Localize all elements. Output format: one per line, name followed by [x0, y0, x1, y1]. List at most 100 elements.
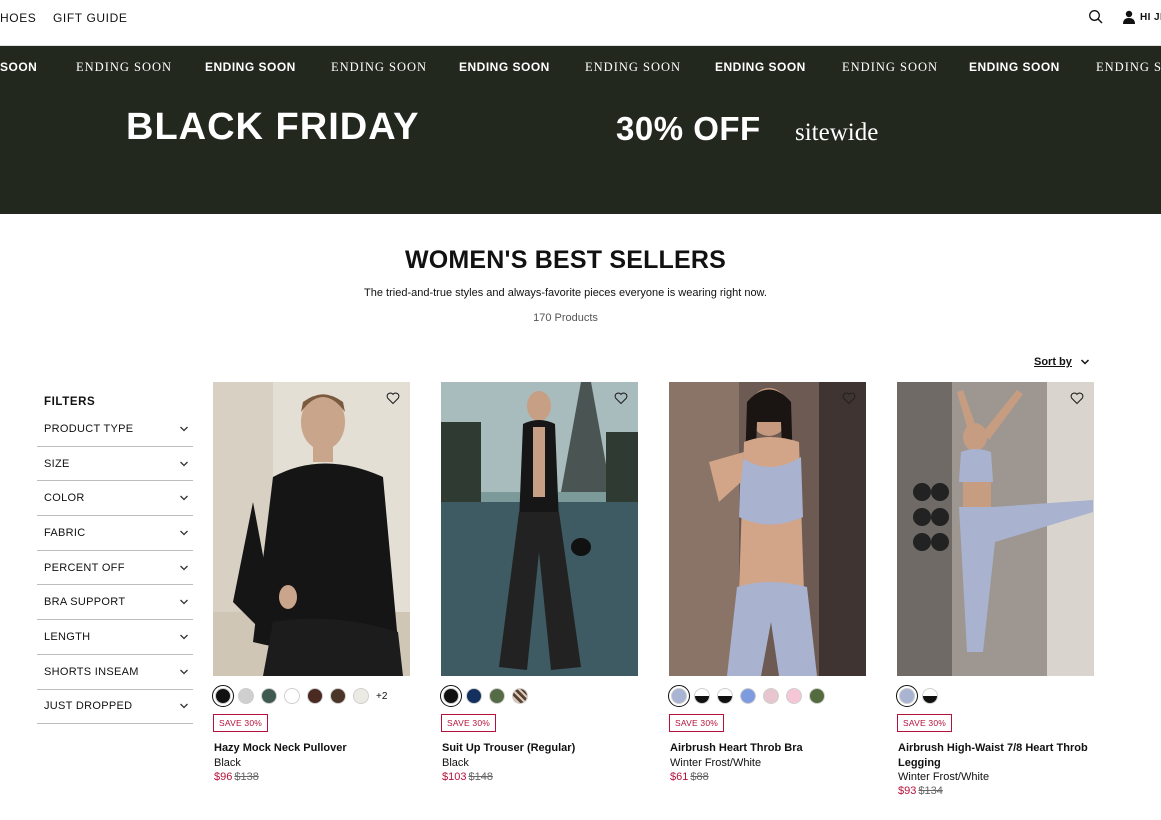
original-price: $134 — [918, 785, 943, 797]
filter-label: PRODUCT TYPE — [44, 422, 134, 435]
sale-price: $103 — [442, 771, 467, 783]
swatch-pinstripe[interactable] — [512, 688, 528, 704]
sort-by-dropdown[interactable]: Sort by — [1034, 356, 1090, 368]
product-card: SAVE 30% Airbrush High-Waist 7/8 Heart T… — [896, 382, 1094, 797]
product-name[interactable]: Airbrush Heart Throb Bra — [670, 741, 866, 756]
filter-product-type[interactable]: PRODUCT TYPE — [37, 412, 193, 447]
chevron-down-icon — [180, 530, 188, 536]
ticker-item: ENDING SOON — [842, 60, 939, 74]
chevron-down-icon — [180, 565, 188, 571]
swatch-white-black[interactable] — [694, 688, 710, 704]
product-name[interactable]: Airbrush High-Waist 7/8 Heart Throb Legg… — [898, 741, 1094, 771]
ticker-item: ENDING SOON — [585, 60, 682, 74]
swatch-olive[interactable] — [809, 688, 825, 704]
sale-badge: SAVE 30% — [441, 714, 497, 732]
filter-label: JUST DROPPED — [44, 700, 133, 713]
swatch-cream[interactable] — [353, 688, 369, 704]
ticker-item: ENDING SOON — [331, 60, 428, 74]
filter-length[interactable]: LENGTH — [37, 620, 193, 655]
swatch-navy[interactable] — [466, 688, 482, 704]
nav-link-shoes[interactable]: HOES — [0, 11, 36, 25]
filter-color[interactable]: COLOR — [37, 481, 193, 517]
swatch-winter-frost[interactable] — [896, 685, 918, 707]
more-colors-link[interactable]: +2 — [376, 691, 387, 702]
account-menu[interactable]: HI JE — [1122, 9, 1161, 25]
filter-label: FABRIC — [44, 526, 86, 539]
filter-percent-off[interactable]: PERCENT OFF — [37, 551, 193, 586]
filter-label: SHORTS INSEAM — [44, 665, 139, 678]
color-swatches — [668, 685, 825, 707]
heart-icon[interactable] — [842, 391, 856, 405]
product-color: Black — [442, 757, 469, 769]
product-price: $93 $134 — [898, 784, 943, 798]
swatch-espresso[interactable] — [330, 688, 346, 704]
nav-link-gift-guide[interactable]: GIFT GUIDE — [53, 11, 127, 25]
product-image[interactable] — [897, 382, 1094, 676]
swatch-black[interactable] — [440, 685, 462, 707]
chevron-down-icon — [180, 461, 188, 466]
product-price: $103 $148 — [442, 770, 493, 784]
product-image[interactable] — [669, 382, 866, 676]
black-friday-banner[interactable]: SOON ENDING SOON ENDING SOON ENDING SOON… — [0, 46, 1161, 214]
ending-soon-ticker: SOON ENDING SOON ENDING SOON ENDING SOON… — [0, 60, 1161, 76]
filters-title: FILTERS — [44, 396, 96, 408]
ticker-item: ENDING SOON — [205, 60, 296, 74]
color-swatches: +2 — [212, 685, 387, 707]
heart-icon[interactable] — [1070, 391, 1084, 405]
heart-icon[interactable] — [614, 391, 628, 405]
swatch-blush[interactable] — [763, 688, 779, 704]
swatch-white[interactable] — [284, 688, 300, 704]
swatch-gray[interactable] — [238, 688, 254, 704]
product-name[interactable]: Hazy Mock Neck Pullover — [214, 741, 410, 756]
swatch-blue[interactable] — [740, 688, 756, 704]
product-price: $96 $138 — [214, 770, 259, 784]
swatch-winter-frost[interactable] — [668, 685, 690, 707]
swatch-green[interactable] — [261, 688, 277, 704]
product-image[interactable] — [213, 382, 410, 676]
sale-badge: SAVE 30% — [213, 714, 269, 732]
search-icon[interactable] — [1088, 9, 1104, 25]
swatch-white-black[interactable] — [717, 688, 733, 704]
filter-just-dropped[interactable]: JUST DROPPED — [37, 690, 193, 725]
swatch-brown[interactable] — [307, 688, 323, 704]
swatch-white-black[interactable] — [922, 688, 938, 704]
original-price: $148 — [468, 771, 493, 783]
product-color: Winter Frost/White — [898, 771, 990, 783]
filter-label: COLOR — [44, 492, 85, 505]
product-image[interactable] — [441, 382, 638, 676]
product-color: Black — [214, 757, 241, 769]
ticker-item: ENDING SOON — [715, 60, 806, 74]
filter-size[interactable]: SIZE — [37, 447, 193, 482]
account-greeting: HI JE — [1140, 11, 1161, 23]
swatch-pink[interactable] — [786, 688, 802, 704]
product-color: Winter Frost/White — [670, 757, 762, 769]
sale-badge: SAVE 30% — [669, 714, 725, 732]
heart-icon[interactable] — [386, 391, 400, 405]
banner-offer: 30% OFF — [616, 110, 761, 147]
filter-shorts-inseam[interactable]: SHORTS INSEAM — [37, 655, 193, 690]
sale-price: $61 — [670, 771, 689, 783]
chevron-down-icon — [180, 599, 188, 605]
original-price: $138 — [234, 771, 259, 783]
product-price: $61 $88 — [670, 770, 709, 784]
page-subtitle: The tried-and-true styles and always-fav… — [364, 287, 767, 299]
chevron-down-icon — [180, 634, 188, 640]
filter-bra-support[interactable]: BRA SUPPORT — [37, 585, 193, 621]
filter-label: SIZE — [44, 457, 70, 470]
sale-price: $93 — [898, 785, 917, 797]
ticker-item: ENDING SOON — [76, 60, 173, 74]
banner-offer-suffix: sitewide — [795, 119, 879, 146]
filter-label: PERCENT OFF — [44, 561, 125, 574]
product-name[interactable]: Suit Up Trouser (Regular) — [442, 741, 638, 756]
swatch-black[interactable] — [212, 685, 234, 707]
user-icon — [1123, 10, 1135, 24]
top-navigation: HOES GIFT GUIDE HI JE — [0, 0, 1161, 46]
product-card: SAVE 30% Airbrush Heart Throb Bra Winter… — [668, 382, 866, 783]
product-card: +2 SAVE 30% Hazy Mock Neck Pullover Blac… — [212, 382, 410, 783]
filter-label: BRA SUPPORT — [44, 596, 126, 609]
swatch-olive[interactable] — [489, 688, 505, 704]
chevron-down-icon — [180, 703, 188, 709]
filter-fabric[interactable]: FABRIC — [37, 516, 193, 551]
chevron-down-icon — [180, 669, 188, 675]
sale-badge: SAVE 30% — [897, 714, 953, 732]
